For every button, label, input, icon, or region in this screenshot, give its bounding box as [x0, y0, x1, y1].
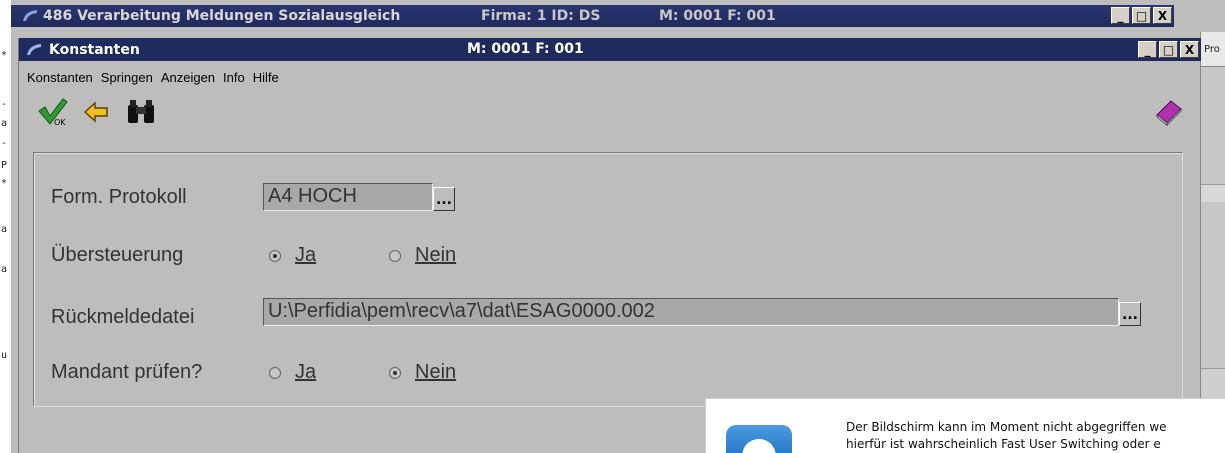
binoculars-icon [128, 100, 154, 123]
mandant-radio-nein[interactable]: Nein [389, 361, 456, 384]
background-window-title: 486 Verarbeitung Meldungen Sozialausglei… [43, 8, 401, 24]
background-window-firma: Firma: 1 ID: DS [481, 8, 601, 24]
right-side-panel: Pro [1200, 32, 1225, 453]
menu-hilfe[interactable]: Hilfe [253, 70, 279, 85]
console-char: a [1, 264, 8, 275]
dialog-mf: M: 0001 F: 001 [467, 41, 584, 57]
uebersteuerung-radio-ja[interactable]: Ja [269, 244, 316, 267]
menu-konstanten[interactable]: Konstanten [27, 70, 93, 85]
background-window-controls: _ □ X [1111, 7, 1172, 24]
dialog-title: Konstanten [49, 41, 140, 58]
notification-line-2: hierfür ist wahrscheinlich Fast User Swi… [846, 437, 1161, 451]
maximize-button[interactable]: □ [1132, 7, 1151, 24]
ok-text: OK [54, 118, 66, 127]
close-button[interactable]: X [1153, 7, 1172, 24]
notification-message: Der Bildschirm kann im Moment nicht abge… [846, 419, 1225, 453]
teamviewer-notification[interactable]: Der Bildschirm kann im Moment nicht abge… [705, 398, 1225, 453]
uebersteuerung-label: Übersteuerung [51, 244, 184, 266]
radio-dot [269, 366, 281, 379]
konstanten-dialog: Konstanten M: 0001 F: 001 _ □ X Konstant… [18, 38, 1201, 453]
dialog-titlebar[interactable]: Konstanten M: 0001 F: 001 _ □ X [19, 38, 1201, 61]
console-char: a [1, 224, 8, 235]
right-panel-segment [1201, 184, 1225, 202]
uebersteuerung-radio-nein[interactable]: Nein [389, 244, 456, 267]
minimize-button[interactable]: _ [1111, 7, 1130, 24]
radio-dot-selected [269, 249, 281, 262]
console-strip: * - a - P * a a u [0, 0, 11, 453]
toolbar: OK [19, 94, 1201, 134]
console-char: - [1, 138, 8, 149]
console-char: P [1, 160, 8, 171]
rueckmeldedatei-label: Rückmeldedatei [51, 306, 195, 328]
radio-dot-selected [389, 366, 401, 379]
close-button[interactable]: X [1180, 41, 1199, 58]
mandant-radio-ja[interactable]: Ja [269, 361, 316, 384]
dialog-controls: _ □ X [1138, 41, 1199, 58]
protokoll-label: Form. Protokoll [51, 186, 187, 208]
ok-checkmark-icon: OK [38, 98, 68, 127]
ok-button[interactable]: OK [35, 94, 71, 130]
help-book-icon [1156, 100, 1182, 126]
rueckmeldedatei-field[interactable]: U:\Perfidia\pem\recv\a7\dat\ESAG0000.002 [263, 298, 1119, 326]
console-char: u [1, 350, 8, 361]
back-arrow-icon [83, 101, 108, 123]
back-button[interactable] [79, 94, 115, 130]
help-button[interactable] [1151, 94, 1187, 130]
protokoll-browse-button[interactable]: ... [433, 187, 455, 211]
search-button[interactable] [123, 94, 159, 130]
teamviewer-icon [726, 425, 792, 453]
right-panel-label: Pro [1201, 32, 1225, 67]
menu-info[interactable]: Info [223, 70, 245, 85]
protokoll-field[interactable]: A4 HOCH [263, 183, 433, 211]
menu-bar: Konstanten Springen Anzeigen Info Hilfe [27, 70, 287, 85]
mandant-label: Mandant prüfen? [51, 361, 203, 383]
maximize-button[interactable]: □ [1159, 41, 1178, 58]
menu-anzeigen[interactable]: Anzeigen [161, 70, 215, 85]
background-window-titlebar[interactable]: 486 Verarbeitung Meldungen Sozialausglei… [11, 5, 1174, 27]
form-group-box [33, 152, 1183, 407]
radio-label: Nein [415, 361, 457, 383]
app-logo-icon [23, 10, 37, 21]
rueckmeldedatei-browse-button[interactable]: ... [1119, 302, 1141, 326]
console-char: * [1, 50, 8, 61]
radio-dot [389, 249, 401, 262]
app-logo-icon [27, 43, 41, 55]
notification-line-1: Der Bildschirm kann im Moment nicht abge… [846, 420, 1167, 434]
menu-springen[interactable]: Springen [101, 70, 153, 85]
console-char: a [1, 118, 8, 129]
radio-label: Ja [295, 244, 317, 266]
minimize-button[interactable]: _ [1138, 41, 1157, 58]
console-char: * [1, 178, 8, 189]
console-char: - [1, 99, 8, 110]
radio-label: Ja [295, 361, 317, 383]
radio-label: Nein [415, 244, 457, 266]
background-window-mf: M: 0001 F: 001 [659, 8, 776, 24]
